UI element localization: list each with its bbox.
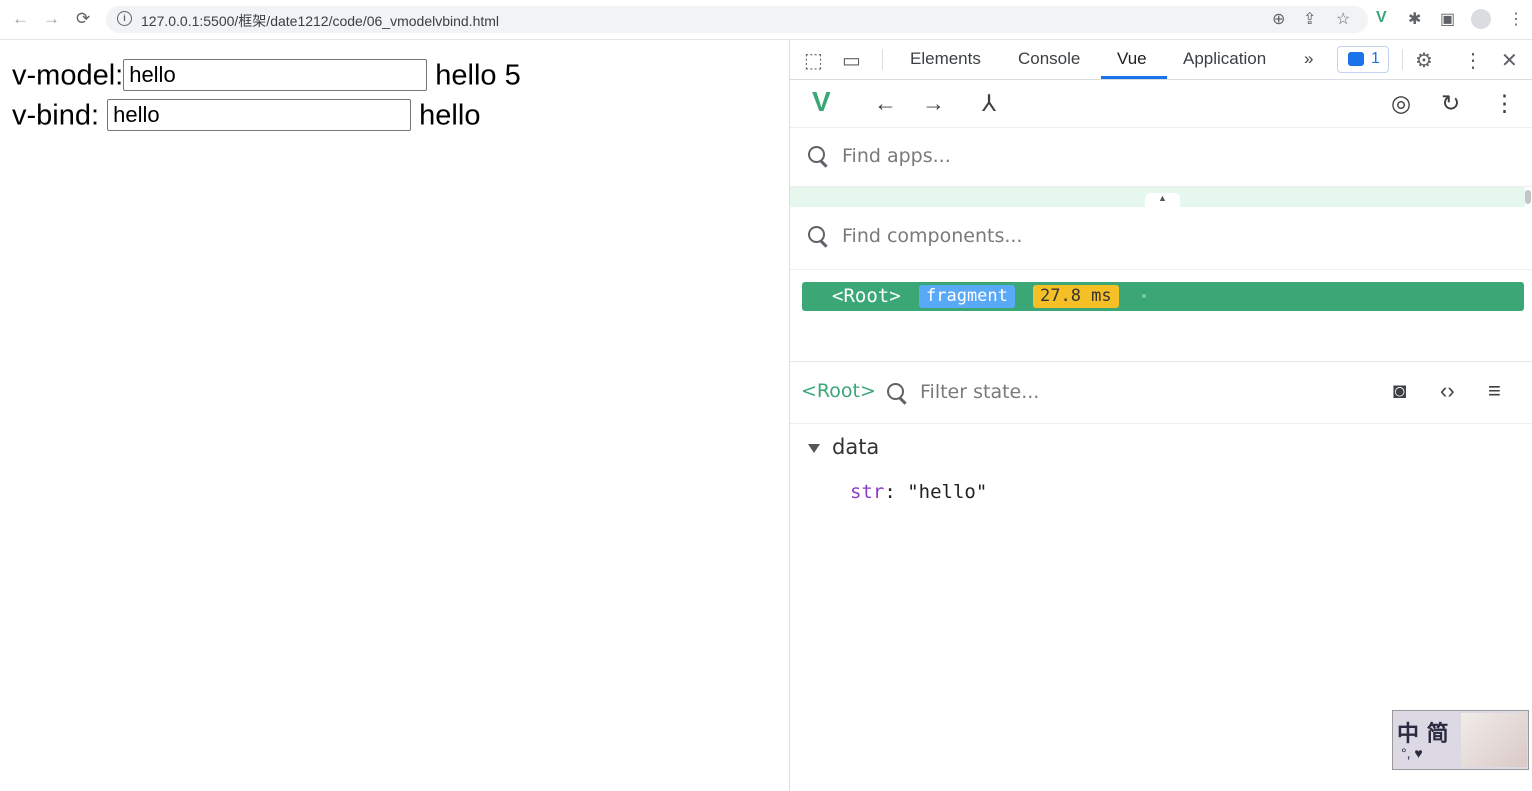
collapse-panel-icon[interactable]: ≡ [1488,378,1501,404]
state-property[interactable]: str: "hello" [850,481,987,503]
browser-toolbar: ← → ⟳ i 127.0.0.1:5500/框架/date1212/code/… [0,0,1532,40]
tab-elements[interactable]: Elements [910,49,981,69]
ime-sub-text: °, ♥ [1401,745,1423,761]
site-info-icon[interactable]: i [117,11,132,26]
refresh-icon[interactable]: ↻ [1441,90,1460,117]
ime-mode-text: 中 简 [1397,722,1449,747]
anime-character-image [1461,713,1527,767]
search-icon [808,146,825,163]
page-content: v-model: hello 5 v-bind: hello [0,40,788,791]
vmodel-label: v-model: [12,59,124,92]
back-arrow-icon[interactable]: ← [874,90,897,117]
forward-icon[interactable]: → [43,9,60,29]
render-time-badge: 27.8 ms [1033,285,1119,308]
property-value: "hello" [907,481,988,503]
device-toolbar-icon[interactable]: ▭ [842,48,861,73]
app-list-strip[interactable]: ▲ [790,187,1525,207]
code-icon[interactable]: ‹› [1440,378,1455,404]
filter-state-input[interactable] [918,380,1222,404]
zoom-icon[interactable]: ⊕ [1272,9,1285,29]
divider [1402,49,1403,70]
fragment-badge: fragment [919,285,1015,308]
search-icon [808,226,825,243]
back-icon[interactable]: ← [12,9,29,29]
data-section-header[interactable]: data [808,435,879,459]
component-tree-root[interactable]: <Root> fragment 27.8 ms [802,282,1524,311]
vue-extension-icon[interactable]: V [1376,9,1387,27]
vmodel-row: v-model: hello 5 [12,55,521,93]
vbind-label: v-bind: [12,99,100,132]
address-bar[interactable]: i 127.0.0.1:5500/框架/date1212/code/06_vmo… [106,6,1368,33]
divider [882,49,883,70]
vmodel-input[interactable] [123,59,428,92]
close-icon[interactable]: ✕ [1501,48,1518,73]
issues-count: 1 [1371,50,1380,67]
status-dot [1142,294,1146,298]
vbind-input[interactable] [107,99,412,132]
find-apps-input[interactable] [840,144,1244,168]
browser-menu-icon[interactable]: ⋮ [1508,9,1524,29]
vue-menu-icon[interactable]: ⋮ [1493,90,1516,117]
section-title: data [832,435,880,459]
select-component-icon[interactable]: ◎ [1391,90,1411,117]
extensions-icon[interactable]: ✱ [1408,9,1421,29]
vbind-row: v-bind: hello [12,95,480,133]
reload-icon[interactable]: ⟳ [76,9,90,29]
vue-logo-icon: V [812,86,831,117]
devtools-menu-icon[interactable]: ⋮ [1463,48,1483,73]
find-components-input[interactable] [840,224,1244,248]
inspect-element-icon[interactable]: ⬚ [804,48,823,73]
share-icon[interactable]: ⇪ [1303,9,1316,29]
selected-component-name: <Root> [801,380,876,402]
component-tree-icon[interactable]: ⅄ [982,90,996,117]
property-key: str [850,481,885,503]
root-component-name: <Root> [832,285,901,307]
settings-gear-icon[interactable]: ⚙ [1415,48,1433,73]
vmodel-output: hello 5 [435,59,521,92]
more-tabs-icon[interactable]: » [1304,49,1313,69]
issues-badge[interactable]: 1 [1337,46,1389,73]
tab-vue[interactable]: Vue [1117,49,1147,69]
devtools-panel: ⬚ ▭ Elements Console Vue Application » 1… [789,40,1532,791]
side-panel-icon[interactable]: ▣ [1440,9,1455,29]
inspector-header: <Root> ◙ ‹› ≡ [790,361,1532,424]
message-icon [1348,52,1364,66]
bookmark-star-icon[interactable]: ☆ [1336,9,1350,29]
vbind-output: hello [419,99,481,132]
find-apps-bar [790,128,1532,187]
scrollbar[interactable] [1525,190,1531,204]
url-text[interactable]: 127.0.0.1:5500/框架/date1212/code/06_vmode… [141,11,499,31]
devtools-tab-bar: ⬚ ▭ Elements Console Vue Application » 1… [790,40,1532,80]
ime-floating-widget[interactable]: 中 简 °, ♥ [1392,710,1529,770]
eye-icon[interactable]: ◙ [1393,378,1406,404]
active-tab-indicator [1101,76,1167,79]
find-components-bar [790,208,1532,270]
profile-avatar-icon[interactable] [1471,9,1491,29]
forward-arrow-icon[interactable]: → [922,90,945,117]
tab-application[interactable]: Application [1183,49,1266,69]
tab-console[interactable]: Console [1018,49,1080,69]
chevron-up-icon[interactable]: ▲ [1145,193,1180,207]
vue-toolbar: V ← → ⅄ ◎ ↻ ⋮ [790,80,1532,128]
search-icon [887,383,904,400]
